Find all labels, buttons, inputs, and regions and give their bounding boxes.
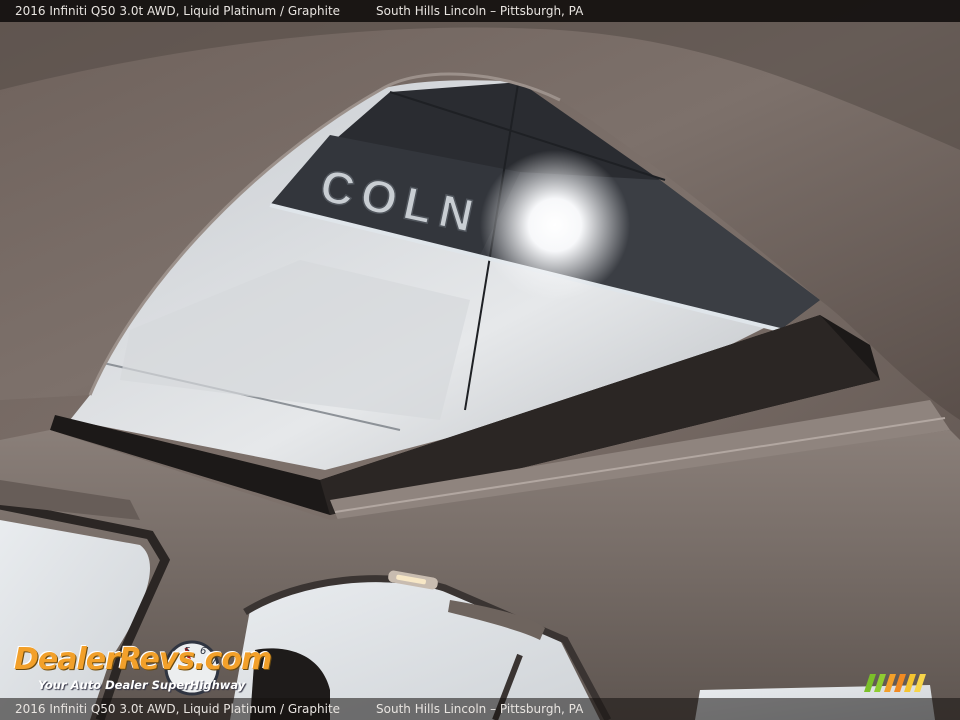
vehicle-caption: 2016 Infiniti Q50 3.0t AWD, Liquid Plati… [15,4,341,18]
dealer-caption-bottom: South Hills Lincoln – Pittsburgh, PA [376,702,584,716]
stripes-icon [864,674,926,692]
dealerrevs-tagline: Your Auto Dealer SuperHighway [38,678,246,692]
caption-bar-top: 2016 Infiniti Q50 3.0t AWD, Liquid Plati… [0,0,960,22]
dealer-caption: South Hills Lincoln – Pittsburgh, PA [376,4,584,18]
dealerrevs-logo: DealerRevs.com [14,642,272,677]
sunroof-photo: COLN [0,0,960,720]
caption-bar-bottom: 2016 Infiniti Q50 3.0t AWD, Liquid Plati… [0,698,960,720]
vehicle-caption-bottom: 2016 Infiniti Q50 3.0t AWD, Liquid Plati… [15,702,341,716]
